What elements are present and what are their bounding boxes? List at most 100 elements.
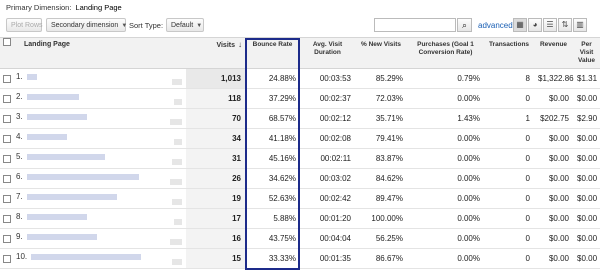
table-row: 9. 16 43.75% 00:04:04 56.25% 0.00% 0 $0.00 $0.00 — [0, 228, 600, 249]
pct-new-visits-cell: 83.87% — [355, 148, 407, 169]
table-row: 1. 1,013 24.88% 00:03:53 85.29% 0.79% 8 $1,322.… — [0, 68, 600, 89]
row-number: 9. — [16, 232, 23, 241]
secondary-dimension-label: Secondary dimension — [51, 22, 119, 29]
row-checkbox[interactable] — [0, 68, 14, 89]
redacted-url — [31, 253, 142, 260]
visits-cell: 15 — [186, 248, 245, 269]
header-landing-page[interactable]: Landing Page — [14, 37, 186, 69]
landing-page-cell[interactable]: 8. — [14, 208, 186, 229]
redacted-url-end — [172, 79, 182, 85]
row-checkbox[interactable] — [0, 168, 14, 189]
landing-page-cell[interactable]: 5. — [14, 148, 186, 169]
bounce-rate-cell: 33.33% — [245, 248, 300, 269]
pie-view-icon[interactable]: ◕ — [528, 18, 542, 32]
pct-new-visits-cell: 35.71% — [355, 108, 407, 129]
bounce-rate-cell: 68.57% — [245, 108, 300, 129]
purchases-cell: 0.00% — [407, 168, 484, 189]
landing-page-cell[interactable]: 7. — [14, 188, 186, 209]
checkbox-icon — [3, 38, 11, 46]
avg-visit-duration-cell: 00:01:20 — [300, 208, 355, 229]
row-checkbox[interactable] — [0, 248, 14, 269]
header-avg-visit-duration[interactable]: Avg. Visit Duration — [300, 37, 355, 69]
landing-page-cell[interactable]: 4. — [14, 128, 186, 149]
landing-page-cell[interactable]: 2. — [14, 88, 186, 109]
select-all-checkbox[interactable] — [0, 37, 14, 69]
secondary-dimension-dropdown[interactable]: Secondary dimension ▼ — [46, 18, 128, 32]
header-revenue[interactable]: Revenue — [534, 37, 573, 69]
row-checkbox[interactable] — [0, 208, 14, 229]
revenue-cell: $0.00 — [534, 168, 573, 189]
pct-new-visits-cell: 79.41% — [355, 128, 407, 149]
row-checkbox[interactable] — [0, 148, 14, 169]
row-number: 1. — [16, 72, 23, 81]
landing-page-cell[interactable]: 1. — [14, 68, 186, 89]
redacted-url — [26, 173, 139, 180]
pct-new-visits-cell: 72.03% — [355, 88, 407, 109]
checkbox-icon — [3, 174, 11, 183]
search-button[interactable]: ⌕ — [457, 18, 472, 32]
checkbox-icon — [3, 254, 11, 263]
landing-page-cell[interactable]: 9. — [14, 228, 186, 249]
bounce-rate-cell: 5.88% — [245, 208, 300, 229]
purchases-cell: 1.43% — [407, 108, 484, 129]
landing-page-cell[interactable]: 6. — [14, 168, 186, 189]
redacted-url — [26, 213, 87, 220]
bounce-rate-cell: 52.63% — [245, 188, 300, 209]
revenue-cell: $0.00 — [534, 88, 573, 109]
table-row: 6. 26 34.62% 00:03:02 84.62% 0.00% 0 $0.00 $0.00 — [0, 168, 600, 189]
row-number: 7. — [16, 192, 23, 201]
redacted-url-end — [174, 139, 182, 145]
landing-page-cell[interactable]: 3. — [14, 108, 186, 129]
visits-cell: 17 — [186, 208, 245, 229]
row-checkbox[interactable] — [0, 108, 14, 129]
header-pct-new-visits[interactable]: % New Visits — [355, 37, 407, 69]
avg-visit-duration-cell: 00:03:02 — [300, 168, 355, 189]
header-purchases[interactable]: Purchases (Goal 1 Conversion Rate) — [407, 37, 484, 69]
pct-new-visits-cell: 100.00% — [355, 208, 407, 229]
purchases-cell: 0.00% — [407, 248, 484, 269]
visits-cell: 1,013 — [186, 68, 245, 89]
chevron-down-icon: ▼ — [121, 23, 128, 29]
primary-dimension-label: Primary Dimension: — [6, 3, 72, 12]
row-checkbox[interactable] — [0, 128, 14, 149]
primary-dimension-value[interactable]: Landing Page — [75, 3, 121, 12]
per-visit-value-cell: $1.31 — [573, 68, 600, 89]
visits-cell: 118 — [186, 88, 245, 109]
transactions-cell: 0 — [484, 88, 534, 109]
checkbox-icon — [3, 114, 11, 123]
row-checkbox[interactable] — [0, 88, 14, 109]
landing-page-cell[interactable]: 10. — [14, 248, 186, 269]
checkbox-icon — [3, 234, 11, 243]
row-checkbox[interactable] — [0, 228, 14, 249]
visits-cell: 16 — [186, 228, 245, 249]
row-checkbox[interactable] — [0, 188, 14, 209]
pivot-view-icon[interactable]: ▥ — [573, 18, 587, 32]
bounce-rate-cell: 41.18% — [245, 128, 300, 149]
sort-type-label: Sort Type: — [129, 21, 164, 30]
per-visit-value-cell: $0.00 — [573, 248, 600, 269]
header-visits[interactable]: Visits ↓ — [186, 37, 245, 69]
table-row: 3. 70 68.57% 00:02:12 35.71% 1.43% 1 $202.75 $2.… — [0, 108, 600, 129]
grid-view-icon[interactable]: ▦ — [513, 18, 527, 32]
per-visit-value-cell: $0.00 — [573, 88, 600, 109]
avg-visit-duration-cell: 00:02:37 — [300, 88, 355, 109]
bounce-rate-cell: 24.88% — [245, 68, 300, 89]
view-switcher: ▦ ◕ ☰ ⇅ ▥ — [513, 18, 588, 32]
plot-rows-button[interactable]: Plot Rows — [6, 18, 43, 32]
transactions-cell: 0 — [484, 248, 534, 269]
header-transactions[interactable]: Transactions — [484, 37, 534, 69]
chevron-down-icon: ▼ — [196, 23, 203, 29]
header-per-visit-value[interactable]: Per Visit Value — [573, 37, 600, 69]
search-input[interactable] — [374, 18, 456, 32]
performance-view-icon[interactable]: ☰ — [543, 18, 557, 32]
comparison-view-icon[interactable]: ⇅ — [558, 18, 572, 32]
header-bounce-rate[interactable]: Bounce Rate — [245, 37, 300, 69]
per-visit-value-cell: $0.00 — [573, 228, 600, 249]
advanced-link[interactable]: advanced — [478, 18, 513, 33]
redacted-url-end — [172, 199, 182, 205]
search-icon: ⌕ — [461, 20, 468, 30]
revenue-cell: $0.00 — [534, 148, 573, 169]
visits-cell: 19 — [186, 188, 245, 209]
table-row: 7. 19 52.63% 00:02:42 89.47% 0.00% 0 $0.00 $0.00 — [0, 188, 600, 209]
sort-type-dropdown[interactable]: Default ▼ — [166, 18, 204, 32]
